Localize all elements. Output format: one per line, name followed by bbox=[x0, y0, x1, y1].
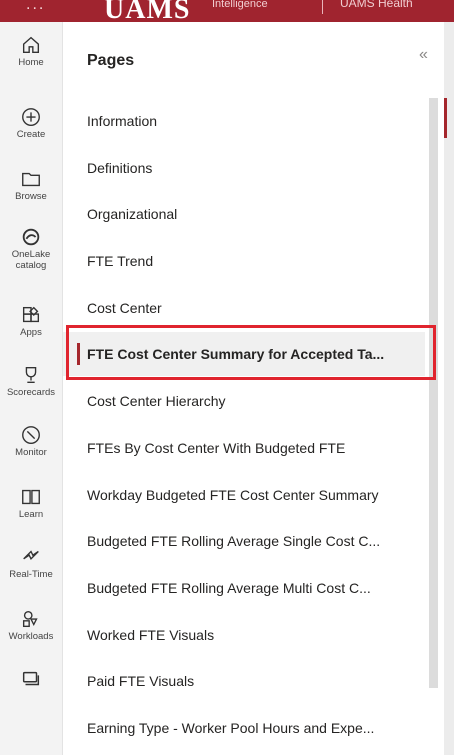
nav-browse-label: Browse bbox=[15, 191, 47, 202]
nav-apps[interactable]: Apps bbox=[0, 304, 62, 338]
nav-learn-label: Learn bbox=[18, 509, 44, 520]
page-item-label: Cost Center bbox=[87, 300, 162, 316]
page-item-label: Definitions bbox=[87, 160, 153, 176]
page-item-label: Budgeted FTE Rolling Average Multi Cost … bbox=[87, 580, 371, 596]
page-item-label: Organizational bbox=[87, 206, 178, 222]
page-item-label: FTEs By Cost Center With Budgeted FTE bbox=[87, 440, 346, 456]
nav-browse[interactable]: Browse bbox=[0, 168, 62, 202]
page-item-label: Budgeted FTE Rolling Average Single Cost… bbox=[87, 533, 381, 549]
page-item-label: Information bbox=[87, 113, 158, 129]
header-divider bbox=[322, 0, 323, 14]
nav-scorecards[interactable]: Scorecards bbox=[0, 364, 62, 398]
page-item-label: FTE Trend bbox=[87, 253, 154, 269]
highlight-box bbox=[66, 325, 436, 380]
left-nav-rail: Home Create Browse OneLake catalog Apps … bbox=[0, 22, 63, 755]
onelake-icon bbox=[22, 228, 40, 246]
collapse-panel-icon[interactable]: « bbox=[419, 46, 428, 64]
canvas-accent bbox=[444, 98, 447, 138]
page-item[interactable]: FTEs By Cost Center With Budgeted FTE bbox=[63, 426, 425, 470]
page-item[interactable]: Definitions bbox=[63, 146, 425, 190]
page-item-label: Earning Type - Worker Pool Hours and Exp… bbox=[87, 720, 375, 736]
page-item[interactable]: Budgeted FTE Rolling Average Single Cost… bbox=[63, 519, 425, 563]
nav-learn[interactable]: Learn bbox=[0, 486, 62, 520]
nav-real-time-label: Real-Time bbox=[9, 569, 53, 580]
nav-onelake-label: OneLake catalog bbox=[11, 249, 51, 271]
brand-subtext: Intelligence bbox=[212, 0, 268, 10]
monitor-icon bbox=[22, 426, 40, 444]
nav-scorecards-label: Scorecards bbox=[6, 387, 56, 398]
trophy-icon bbox=[25, 366, 37, 384]
page-item[interactable]: Information bbox=[63, 99, 425, 143]
workloads-icon bbox=[22, 610, 38, 628]
page-item[interactable]: Cost Center bbox=[63, 286, 425, 330]
home-icon bbox=[22, 36, 40, 54]
page-item-label: Worked FTE Visuals bbox=[87, 627, 215, 643]
brand-logo: UAMS bbox=[104, 0, 191, 22]
scrollbar-thumb[interactable] bbox=[429, 98, 438, 688]
page-item[interactable]: Paid FTE Visuals bbox=[63, 659, 425, 703]
workspaces-icon bbox=[22, 671, 40, 686]
nav-create-label: Create bbox=[16, 129, 46, 140]
app-launcher-icon[interactable]: ... bbox=[26, 0, 45, 14]
nav-workloads-label: Workloads bbox=[8, 631, 54, 642]
pages-panel-title: Pages bbox=[87, 52, 135, 69]
page-item[interactable]: Earning Type - Worker Pool Hours and Exp… bbox=[63, 706, 425, 750]
nav-onelake-catalog[interactable]: OneLake catalog bbox=[0, 226, 62, 271]
pages-panel: Pages « Information Definitions Organiza… bbox=[63, 22, 444, 755]
top-header: ... UAMS Intelligence UAMS Health bbox=[0, 0, 454, 22]
page-item[interactable]: Organizational bbox=[63, 192, 425, 236]
page-item[interactable]: Worked FTE Visuals bbox=[63, 613, 425, 657]
nav-monitor-label: Monitor bbox=[15, 447, 47, 458]
nav-workloads[interactable]: Workloads bbox=[0, 608, 62, 642]
report-canvas-edge bbox=[444, 22, 454, 755]
page-item[interactable]: Budgeted FTE Rolling Average Multi Cost … bbox=[63, 566, 425, 610]
page-item-label: Workday Budgeted FTE Cost Center Summary bbox=[87, 487, 379, 503]
page-item-label: Paid FTE Visuals bbox=[87, 673, 195, 689]
workspace-name: UAMS Health bbox=[340, 0, 413, 10]
page-item[interactable]: Workday Budgeted FTE Cost Center Summary bbox=[63, 473, 425, 517]
nav-real-time[interactable]: Real-Time bbox=[0, 546, 62, 580]
apps-icon bbox=[22, 306, 40, 323]
lightning-icon bbox=[23, 550, 39, 560]
page-item-label: Cost Center Hierarchy bbox=[87, 393, 226, 409]
folder-icon bbox=[22, 172, 40, 187]
nav-monitor[interactable]: Monitor bbox=[0, 424, 62, 458]
nav-home-label: Home bbox=[18, 57, 44, 68]
page-item[interactable]: Cost Center Hierarchy bbox=[63, 379, 425, 423]
book-icon bbox=[22, 489, 40, 505]
page-item[interactable]: FTE Trend bbox=[63, 239, 425, 283]
nav-apps-label: Apps bbox=[20, 327, 42, 338]
nav-home[interactable]: Home bbox=[0, 34, 62, 68]
plus-circle-icon bbox=[22, 108, 40, 126]
nav-create[interactable]: Create bbox=[0, 106, 62, 140]
nav-workspaces[interactable] bbox=[0, 668, 62, 690]
